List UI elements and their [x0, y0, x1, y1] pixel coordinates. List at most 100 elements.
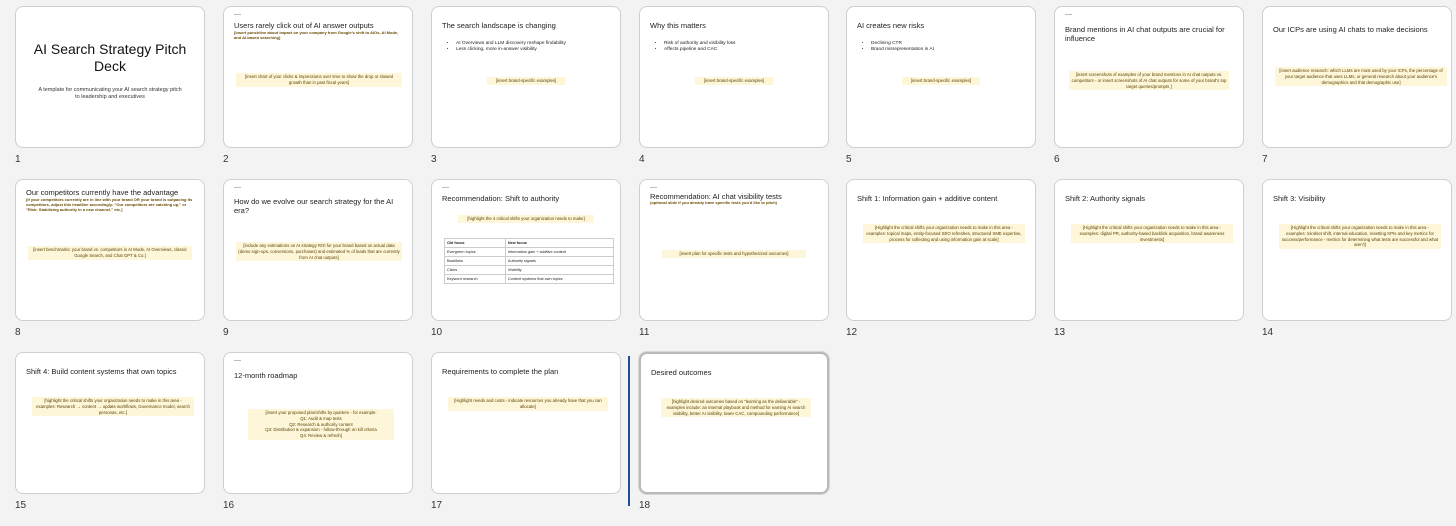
slide-card[interactable]: Shift 3: Visibility [Highlight the criti…	[1262, 179, 1452, 321]
slide-title: Shift 4: Build content systems that own …	[26, 367, 177, 376]
focus-table: Old focus New focus Evergreen topics Inf…	[444, 238, 615, 284]
table-header: Old focus	[444, 238, 506, 248]
table-cell: Information gain + additive content	[504, 247, 615, 257]
slide-note: [insert punchline about impact on your c…	[234, 30, 399, 40]
slide-card[interactable]: Our competitors currently have the advan…	[15, 179, 205, 321]
slide-title: Requirements to complete the plan	[442, 367, 559, 376]
slide-title: Users rarely click out of AI answer outp…	[234, 21, 374, 30]
slide-number: 15	[15, 500, 27, 511]
slide-number: 6	[1054, 154, 1060, 165]
slide-card-selected[interactable]: Desired outcomes [highlight desired outc…	[639, 352, 829, 494]
slide-placeholder: [Highlight the critical shifts your orga…	[1279, 224, 1441, 250]
slide-title: Shift 3: Visibility	[1273, 194, 1326, 203]
slide-number: 16	[223, 500, 235, 511]
slide-number: 13	[1054, 327, 1066, 338]
slide-bullets: Risk of authority and visibility loss Af…	[658, 41, 822, 53]
slide-placeholder: [highlight desired outcomes based on "le…	[661, 398, 811, 418]
bullet-item: Affects pipeline and CAC	[664, 47, 822, 53]
slide-placeholder: [insert audience research: which LLMs ar…	[1275, 67, 1447, 87]
slide-number: 4	[639, 154, 645, 165]
slide-placeholder: [Highlight needs and costs - indicate re…	[448, 397, 608, 411]
slide-card[interactable]: AI creates new risks Declining CTR Brand…	[846, 6, 1036, 148]
slide-placeholder: [insert brand-specific examples]	[695, 77, 773, 85]
slide-number: 12	[846, 327, 858, 338]
slide-number: 9	[223, 327, 229, 338]
slide-card[interactable]: AI Search Strategy Pitch Deck A template…	[15, 6, 205, 148]
slide-card[interactable]: Shift 1: Information gain + additive con…	[846, 179, 1036, 321]
slide-title: 12-month roadmap	[234, 371, 298, 380]
table-cell: Content systems that own topics	[504, 274, 615, 284]
slide-card[interactable]: Shift 4: Build content systems that own …	[15, 352, 205, 494]
slide-note: [if your competitors currently are in li…	[26, 197, 193, 212]
slide-placeholder: [highlight the 4 critical shifts your or…	[458, 215, 594, 223]
slide-title: Our ICPs are using AI chats to make deci…	[1273, 25, 1428, 34]
table-row: Evergreen topics Information gain + addi…	[444, 247, 615, 257]
slide-number: 14	[1262, 327, 1274, 338]
table-row: Clicks Visibility	[444, 265, 615, 275]
bullet-item: Less clicking, more in-answer visibility	[456, 47, 614, 53]
slide-accent-line	[234, 187, 241, 188]
slide-placeholder: [insert benchmarks: your brand vs. compe…	[28, 246, 192, 260]
slide-card[interactable]: Recommendation: Shift to authority [high…	[431, 179, 621, 321]
table-cell: Clicks	[444, 265, 506, 275]
slide-number: 5	[846, 154, 852, 165]
slide-title: The search landscape is changing	[442, 21, 556, 30]
slide-title: Desired outcomes	[651, 368, 712, 377]
table-cell: Authority signals	[504, 256, 615, 266]
slide-title: AI Search Strategy Pitch Deck	[33, 41, 187, 74]
slide-title: Shift 2: Authority signals	[1065, 194, 1146, 203]
table-cell: Evergreen topics	[444, 247, 506, 257]
slide-card[interactable]: Brand mentions in AI chat outputs are cr…	[1054, 6, 1244, 148]
slide-bullets: Declining CTR Brand misrepresentation in…	[865, 41, 1029, 53]
slide-card[interactable]: The search landscape is changing AI Over…	[431, 6, 621, 148]
slide-title: Why this matters	[650, 21, 706, 30]
slide-placeholder: [insert chart of your clicks & impressio…	[236, 73, 402, 87]
slide-placeholder: [insert brand-specific examples]	[902, 77, 980, 85]
slide-placeholder: [insert your proposed plan/shifts by qua…	[248, 409, 394, 440]
table-cell: Backlinks	[444, 256, 506, 266]
slide-card[interactable]: How do we evolve our search strategy for…	[223, 179, 413, 321]
slide-card[interactable]: Recommendation: AI chat visibility tests…	[639, 179, 829, 321]
slide-accent-line	[1065, 14, 1072, 15]
slide-number: 10	[431, 327, 443, 338]
slide-title: Shift 1: Information gain + additive con…	[857, 194, 998, 203]
slide-number: 3	[431, 154, 437, 165]
slide-number: 18	[639, 500, 651, 511]
slide-number: 17	[431, 500, 443, 511]
slide-placeholder: [include any estimations on AI strategy …	[236, 242, 402, 262]
slide-accent-line	[442, 187, 449, 188]
bullet-item: Brand misrepresentation in AI	[871, 47, 1029, 53]
slide-card[interactable]: Requirements to complete the plan [Highl…	[431, 352, 621, 494]
table-header-row: Old focus New focus	[444, 238, 615, 248]
slide-title: AI creates new risks	[857, 21, 925, 30]
slide-sorter-grid: AI Search Strategy Pitch Deck A template…	[0, 0, 1456, 526]
slide-number: 8	[15, 327, 21, 338]
slide-placeholder: [Highlight the critical shifts your orga…	[1071, 224, 1233, 244]
slide-bullets: AI Overviews and LLM discovery reshape f…	[450, 41, 614, 53]
table-row: Keyword research Content systems that ow…	[444, 274, 615, 284]
slide-title: Our competitors currently have the advan…	[26, 188, 179, 197]
slide-accent-line	[234, 14, 241, 15]
slide-accent-line	[234, 360, 241, 361]
slide-placeholder: [insert plan for specific tests and hypo…	[662, 250, 806, 258]
slide-card[interactable]: Our ICPs are using AI chats to make deci…	[1262, 6, 1452, 148]
insertion-marker	[628, 356, 630, 506]
table-row: Backlinks Authority signals	[444, 256, 615, 266]
slide-number: 1	[15, 154, 21, 165]
slide-card[interactable]: Shift 2: Authority signals [Highlight th…	[1054, 179, 1244, 321]
table-header: New focus	[504, 238, 615, 248]
table-cell: Visibility	[504, 265, 615, 275]
slide-card[interactable]: Why this matters Risk of authority and v…	[639, 6, 829, 148]
slide-card[interactable]: 12-month roadmap [insert your proposed p…	[223, 352, 413, 494]
slide-subtitle: A template for communicating your AI sea…	[38, 87, 182, 100]
slide-number: 11	[639, 327, 650, 338]
slide-placeholder: [highlight the critical shifts your orga…	[32, 397, 194, 417]
slide-accent-line	[650, 187, 657, 188]
slide-number: 7	[1262, 154, 1268, 165]
table-cell: Keyword research	[444, 274, 506, 284]
slide-placeholder: [insert brand-specific examples]	[487, 77, 565, 85]
slide-title: Brand mentions in AI chat outputs are cr…	[1065, 25, 1225, 43]
slide-placeholder: [Highlight the critical shifts your orga…	[863, 224, 1025, 244]
slide-card[interactable]: Users rarely click out of AI answer outp…	[223, 6, 413, 148]
slide-title: How do we evolve our search strategy for…	[234, 197, 394, 215]
